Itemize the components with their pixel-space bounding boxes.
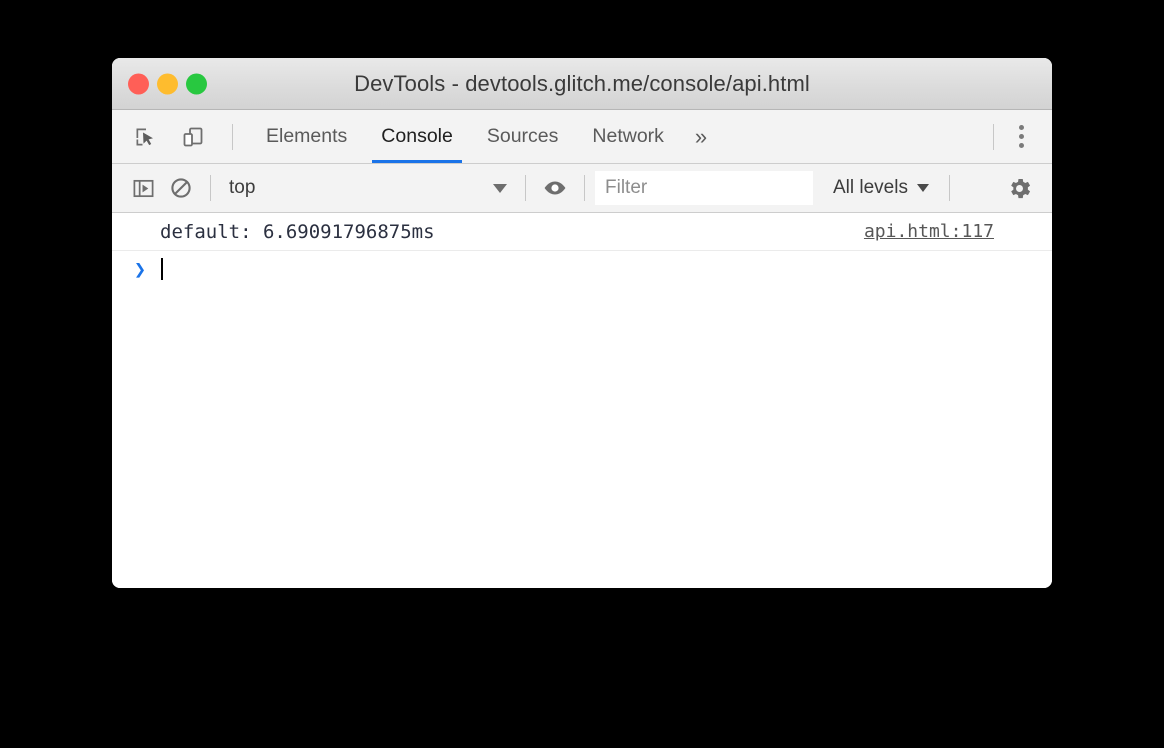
devtools-window: DevTools - devtools.glitch.me/console/ap…	[112, 58, 1052, 588]
console-toolbar-divider-1	[210, 175, 211, 201]
tab-network[interactable]: Network	[575, 110, 681, 163]
inspect-element-button[interactable]	[126, 118, 164, 156]
console-toolbar-divider-3	[584, 175, 585, 201]
console-toolbar: top All levels	[112, 164, 1052, 213]
console-message-row[interactable]: default: 6.69091796875ms api.html:117	[112, 213, 1052, 251]
tabbar-tool-icons	[112, 110, 243, 163]
zoom-window-button[interactable]	[186, 73, 207, 94]
console-sidebar-toggle-button[interactable]	[124, 169, 162, 207]
inspect-element-icon	[133, 125, 157, 149]
prompt-chevron-icon: ❯	[134, 257, 147, 281]
console-toolbar-divider-2	[525, 175, 526, 201]
console-toolbar-divider-4	[948, 175, 950, 201]
filter-input[interactable]	[595, 171, 813, 205]
tabbar-right-group	[983, 110, 1052, 163]
more-tabs-button[interactable]: »	[681, 110, 721, 163]
tabbar-divider	[232, 123, 233, 150]
settings-button[interactable]	[1000, 169, 1038, 207]
window-controls	[128, 73, 207, 94]
tab-console[interactable]: Console	[364, 110, 470, 163]
devtools-tabs: Elements Console Sources Network »	[249, 110, 721, 163]
execution-context-selector[interactable]: top	[221, 173, 515, 203]
chevron-down-icon	[916, 184, 929, 192]
log-levels-dropdown[interactable]: All levels	[823, 172, 939, 204]
chevron-down-icon	[493, 183, 507, 193]
kebab-menu-icon[interactable]	[1004, 118, 1038, 156]
device-toolbar-button[interactable]	[174, 118, 212, 156]
clear-console-button[interactable]	[162, 169, 200, 207]
tab-elements[interactable]: Elements	[249, 110, 364, 163]
execution-context-value: top	[229, 177, 256, 198]
console-sidebar-toggle-icon	[132, 177, 155, 200]
clear-console-icon	[169, 176, 193, 200]
live-expression-button[interactable]	[536, 169, 574, 207]
settings-gear-icon	[1006, 175, 1033, 202]
devtools-tabbar: Elements Console Sources Network »	[112, 110, 1052, 164]
close-window-button[interactable]	[128, 73, 149, 94]
console-output-area[interactable]: default: 6.69091796875ms api.html:117 ❯	[112, 213, 1052, 588]
window-titlebar: DevTools - devtools.glitch.me/console/ap…	[112, 58, 1052, 110]
console-message-source-link[interactable]: api.html:117	[864, 221, 1034, 242]
log-levels-label: All levels	[833, 177, 908, 198]
device-toolbar-icon	[181, 125, 205, 149]
window-title: DevTools - devtools.glitch.me/console/ap…	[354, 70, 810, 96]
minimize-window-button[interactable]	[157, 73, 178, 94]
console-settings-group	[1000, 169, 1052, 207]
tab-sources[interactable]: Sources	[470, 110, 576, 163]
live-expression-eye-icon	[542, 175, 568, 201]
console-prompt-row[interactable]: ❯	[112, 251, 1052, 287]
screen: DevTools - devtools.glitch.me/console/ap…	[0, 0, 1164, 748]
prompt-text-cursor	[161, 258, 164, 280]
console-message-text: default: 6.69091796875ms	[160, 220, 435, 243]
tabbar-right-divider	[993, 123, 994, 150]
